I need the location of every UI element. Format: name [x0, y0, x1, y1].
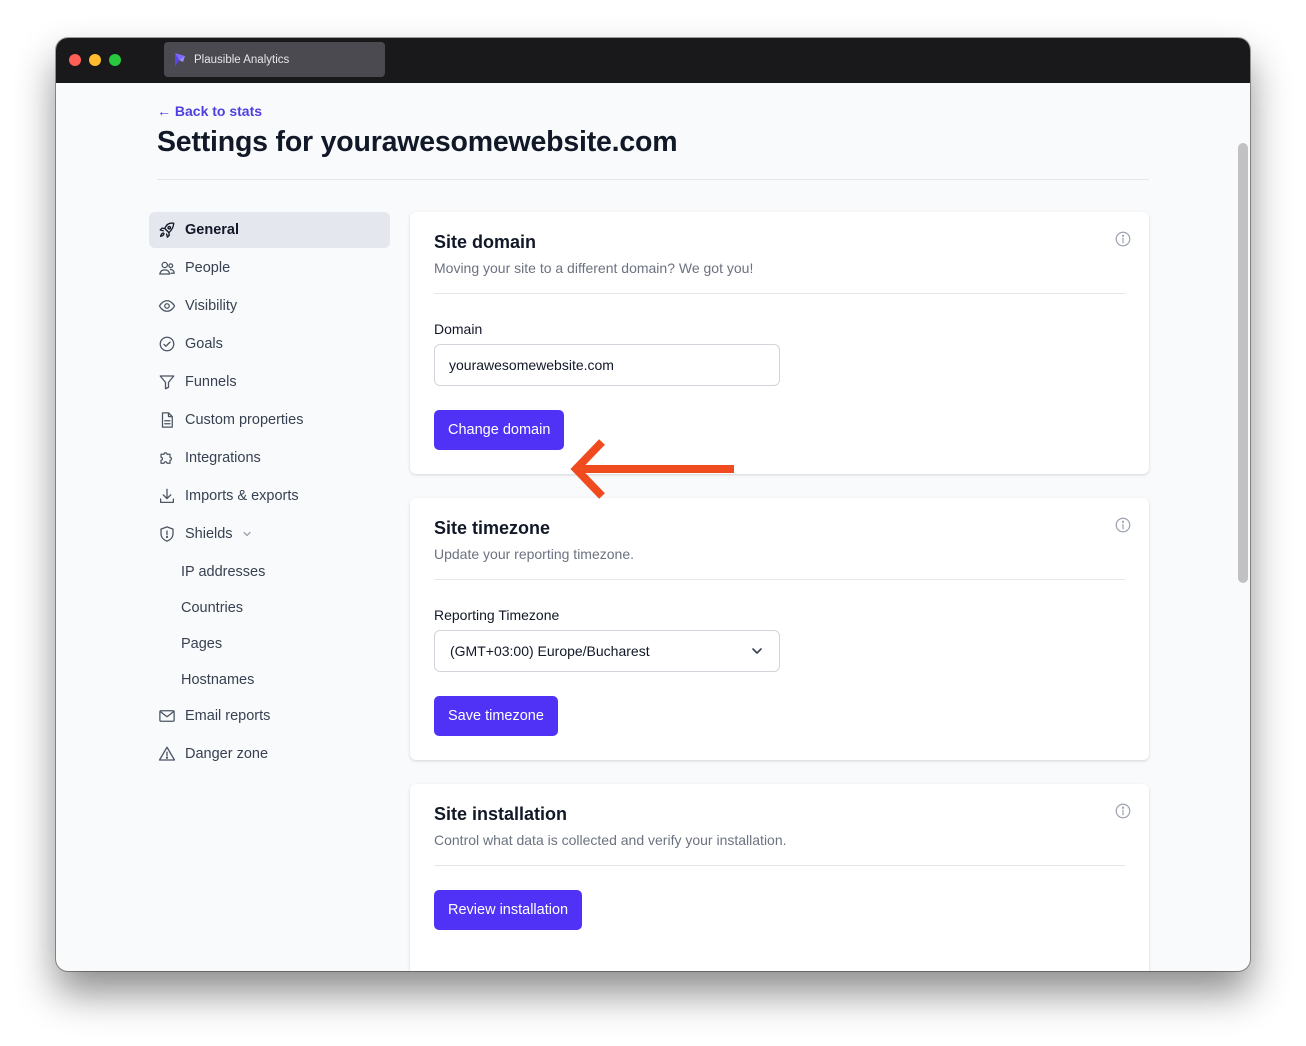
sidebar-item-integrations[interactable]: Integrations [149, 440, 390, 476]
sidebar-item-label: Visibility [185, 298, 238, 314]
sidebar-item-visibility[interactable]: Visibility [149, 288, 390, 324]
sidebar-item-label: Goals [185, 336, 223, 352]
card-title: Site domain [434, 232, 537, 252]
sidebar-item-people[interactable]: People [149, 250, 390, 286]
info-icon[interactable] [1114, 230, 1132, 248]
check-circle-icon [158, 335, 176, 353]
timezone-selected-value: (GMT+03:00) Europe/Bucharest [450, 643, 650, 659]
page-title: Settings for yourawesomewebsite.com [157, 126, 678, 158]
header-divider [157, 179, 1149, 180]
title-bar: Plausible Analytics [56, 38, 1250, 83]
info-icon[interactable] [1114, 516, 1132, 534]
sidebar-item-label: General [185, 222, 239, 238]
puzzle-icon [158, 449, 176, 467]
vertical-scrollbar[interactable] [1238, 143, 1248, 583]
browser-tab[interactable]: Plausible Analytics [164, 42, 385, 77]
maximize-window-button[interactable] [109, 54, 121, 66]
domain-input[interactable] [434, 344, 780, 386]
sidebar-item-label: Imports & exports [185, 488, 299, 504]
sidebar-item-label: Email reports [185, 708, 271, 724]
sidebar-subitem-hostnames[interactable]: Hostnames [149, 662, 390, 698]
card-subtitle: Moving your site to a different domain? … [434, 260, 754, 276]
sidebar-subitem-ip-addresses[interactable]: IP addresses [149, 554, 390, 590]
card-divider [434, 293, 1125, 294]
sidebar-item-label: Custom properties [185, 412, 304, 428]
domain-field-label: Domain [434, 321, 483, 337]
settings-sidebar: General People Visibility Goals Funnels … [149, 212, 390, 774]
people-icon [158, 259, 176, 277]
review-installation-button[interactable]: Review installation [434, 890, 583, 930]
sidebar-item-funnels[interactable]: Funnels [149, 364, 390, 400]
sidebar-subitem-pages[interactable]: Pages [149, 626, 390, 662]
sidebar-item-email-reports[interactable]: Email reports [149, 698, 390, 734]
card-title: Site timezone [434, 518, 551, 538]
sidebar-item-custom-properties[interactable]: Custom properties [149, 402, 390, 438]
timezone-select[interactable]: (GMT+03:00) Europe/Bucharest [434, 630, 780, 672]
card-divider [434, 865, 1125, 866]
sidebar-subitem-countries[interactable]: Countries [149, 590, 390, 626]
sidebar-item-danger-zone[interactable]: Danger zone [149, 736, 390, 772]
sidebar-item-label: People [185, 260, 231, 276]
sidebar-item-general[interactable]: General [149, 212, 390, 248]
plausible-logo-icon [172, 52, 188, 68]
document-icon [158, 411, 176, 429]
chevron-down-icon [750, 644, 764, 658]
site-timezone-card: Site timezone Update your reporting time… [410, 498, 1149, 760]
sidebar-item-shields[interactable]: Shields [149, 516, 390, 552]
chevron-down-icon [241, 528, 253, 540]
card-divider [434, 579, 1125, 580]
change-domain-button[interactable]: Change domain [434, 410, 565, 450]
card-title: Site installation [434, 804, 568, 824]
close-window-button[interactable] [69, 54, 81, 66]
eye-icon [158, 297, 176, 315]
rocket-icon [158, 221, 176, 239]
site-installation-card: Site installation Control what data is c… [410, 784, 1149, 971]
sidebar-item-label: Danger zone [185, 746, 269, 762]
sidebar-item-goals[interactable]: Goals [149, 326, 390, 362]
minimize-window-button[interactable] [89, 54, 101, 66]
timezone-field-label: Reporting Timezone [434, 607, 560, 623]
download-icon [158, 487, 176, 505]
sidebar-item-label: Funnels [185, 374, 237, 390]
sidebar-item-label: Integrations [185, 450, 261, 466]
envelope-icon [158, 707, 176, 725]
site-domain-card: Site domain Moving your site to a differ… [410, 212, 1149, 474]
annotation-arrow-icon [570, 439, 734, 499]
card-subtitle: Update your reporting timezone. [434, 546, 634, 562]
warning-icon [158, 745, 176, 763]
shield-icon [158, 525, 176, 543]
back-to-stats-link[interactable]: ← Back to stats [157, 103, 262, 119]
page-content: ← Back to stats Settings for yourawesome… [56, 83, 1250, 971]
sidebar-item-label: Shields [185, 526, 233, 542]
browser-window: Plausible Analytics ← Back to stats Sett… [56, 38, 1250, 971]
sidebar-item-imports-exports[interactable]: Imports & exports [149, 478, 390, 514]
tab-title: Plausible Analytics [194, 53, 290, 66]
info-icon[interactable] [1114, 802, 1132, 820]
funnel-icon [158, 373, 176, 391]
save-timezone-button[interactable]: Save timezone [434, 696, 558, 736]
card-subtitle: Control what data is collected and verif… [434, 832, 787, 848]
